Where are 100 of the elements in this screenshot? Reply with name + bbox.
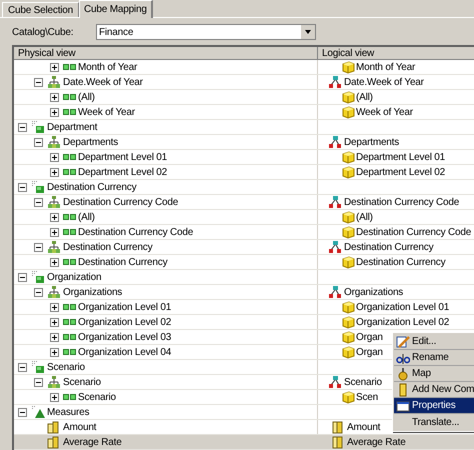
tree-item[interactable]: Organ bbox=[356, 345, 383, 359]
tree-item[interactable]: Organization Level 01 bbox=[78, 300, 172, 314]
tree-item[interactable]: Organization Level 01 bbox=[356, 300, 450, 314]
collapse-icon[interactable] bbox=[34, 78, 43, 86]
tree-item[interactable]: Organization bbox=[47, 270, 102, 284]
cube-icon bbox=[341, 166, 355, 178]
properties-icon bbox=[396, 398, 410, 412]
menu-item[interactable]: Properties bbox=[394, 398, 474, 414]
hierarchy-icon bbox=[328, 196, 342, 208]
tree-item[interactable]: Department Level 01 bbox=[78, 150, 168, 164]
tree-item[interactable]: Month of Year bbox=[356, 60, 416, 74]
collapse-icon[interactable] bbox=[18, 408, 27, 416]
tree-item[interactable]: Department Level 01 bbox=[356, 150, 446, 164]
tree-item[interactable]: Week of Year bbox=[78, 105, 135, 119]
expand-icon[interactable] bbox=[50, 108, 59, 116]
cube-icon bbox=[341, 106, 355, 118]
tree-item[interactable]: Organization Level 02 bbox=[356, 315, 450, 329]
tree-item[interactable]: Organization Level 02 bbox=[78, 315, 172, 329]
cube-dropdown[interactable]: Finance bbox=[96, 24, 316, 40]
expand-icon[interactable] bbox=[50, 168, 59, 176]
column-header[interactable]: Physical view bbox=[14, 47, 318, 59]
level-icon bbox=[63, 318, 77, 326]
expand-icon[interactable] bbox=[50, 212, 59, 222]
cube-icon bbox=[341, 316, 355, 328]
tree-item[interactable]: Organization Level 03 bbox=[78, 330, 172, 344]
column-header[interactable]: Logical view bbox=[318, 47, 474, 59]
collapse-icon[interactable] bbox=[18, 182, 27, 192]
tree-item[interactable]: (All) bbox=[78, 90, 95, 104]
tree-item[interactable]: Destination Currency Code bbox=[63, 195, 178, 209]
collapse-icon[interactable] bbox=[18, 122, 27, 132]
tree-item[interactable]: Week of Year bbox=[356, 105, 413, 119]
level-icon bbox=[63, 93, 77, 101]
collapse-icon[interactable] bbox=[18, 362, 27, 372]
tree-item[interactable]: Organizations bbox=[344, 285, 404, 299]
cube-icon bbox=[341, 150, 355, 164]
tree-item[interactable]: Destination Currency bbox=[78, 255, 168, 269]
measure-icon bbox=[332, 436, 344, 448]
tree-item[interactable]: Measures bbox=[47, 405, 90, 419]
tree-item[interactable]: Date.Week of Year bbox=[63, 75, 143, 89]
level-icon bbox=[63, 333, 77, 341]
tree-item[interactable]: Departments bbox=[63, 135, 118, 149]
expand-icon[interactable] bbox=[50, 228, 59, 236]
level-icon bbox=[63, 213, 77, 221]
expand-icon[interactable] bbox=[50, 318, 59, 326]
tree-item[interactable]: Scenario bbox=[78, 390, 116, 404]
level-icon bbox=[63, 348, 77, 356]
collapse-icon[interactable] bbox=[34, 198, 43, 206]
tree-item[interactable]: Scenario bbox=[47, 360, 85, 374]
expand-icon[interactable] bbox=[50, 348, 59, 356]
tree-item[interactable]: Destination Currency Code bbox=[344, 195, 460, 209]
tree-item[interactable]: Departments bbox=[344, 135, 400, 149]
menu-item[interactable]: Translate... bbox=[394, 414, 474, 430]
tree-item[interactable]: Destination Currency Code bbox=[356, 225, 472, 239]
menu-item[interactable]: Edit... bbox=[394, 334, 474, 350]
tree-item[interactable]: Department bbox=[47, 120, 98, 134]
level-icon bbox=[63, 63, 77, 71]
tree-item[interactable]: Destination Currency Code bbox=[78, 225, 194, 239]
expand-icon[interactable] bbox=[50, 152, 59, 162]
tree-item[interactable]: Organ bbox=[356, 330, 383, 344]
tree-item[interactable]: (All) bbox=[356, 210, 373, 224]
level-icon bbox=[63, 393, 77, 401]
collapse-icon[interactable] bbox=[18, 272, 27, 282]
tree-item[interactable]: Department Level 02 bbox=[78, 165, 168, 179]
tree-item[interactable]: (All) bbox=[356, 90, 373, 104]
tree-item[interactable]: Scenario bbox=[63, 375, 101, 389]
tree-item[interactable]: Department Level 02 bbox=[356, 165, 446, 179]
level-icon bbox=[63, 153, 77, 161]
cube-icon bbox=[341, 60, 355, 74]
expand-icon[interactable] bbox=[50, 332, 59, 342]
cube-icon bbox=[341, 300, 355, 314]
tree-item[interactable]: Average Rate bbox=[347, 435, 406, 449]
collapse-icon[interactable] bbox=[34, 378, 43, 386]
tree-item[interactable]: (All) bbox=[78, 210, 95, 224]
menu-item[interactable]: Map bbox=[394, 366, 474, 382]
hierarchy-icon bbox=[47, 196, 61, 208]
tree-item[interactable]: Organization Level 04 bbox=[78, 345, 172, 359]
collapse-icon[interactable] bbox=[34, 288, 43, 296]
tree-item[interactable]: Date.Week of Year bbox=[344, 75, 424, 89]
tree-item[interactable]: Destination Currency bbox=[47, 180, 136, 194]
tree-item[interactable]: Destination Currency bbox=[356, 255, 446, 269]
tree-item[interactable]: Scen bbox=[356, 390, 378, 404]
expand-icon[interactable] bbox=[50, 258, 59, 266]
collapse-icon[interactable] bbox=[34, 242, 43, 252]
menu-item[interactable]: Rename bbox=[394, 350, 474, 366]
tree-item[interactable]: Destination Currency bbox=[344, 240, 434, 254]
expand-icon[interactable] bbox=[50, 92, 59, 102]
tree-item[interactable]: Average Rate bbox=[63, 435, 122, 449]
cube-icon bbox=[341, 226, 355, 238]
tree-item[interactable]: Organizations bbox=[63, 285, 122, 299]
tree-item[interactable]: Scenario bbox=[344, 375, 382, 389]
expand-icon[interactable] bbox=[50, 62, 59, 72]
tree-item[interactable]: Amount bbox=[347, 420, 380, 434]
collapse-icon[interactable] bbox=[34, 138, 43, 146]
tab[interactable]: Cube Mapping bbox=[79, 0, 153, 18]
expand-icon[interactable] bbox=[50, 392, 59, 402]
expand-icon[interactable] bbox=[50, 302, 59, 312]
tree-item[interactable]: Destination Currency bbox=[63, 240, 152, 254]
hierarchy-icon bbox=[328, 240, 342, 254]
tree-item[interactable]: Amount bbox=[63, 420, 96, 434]
tree-item[interactable]: Month of Year bbox=[78, 60, 138, 74]
